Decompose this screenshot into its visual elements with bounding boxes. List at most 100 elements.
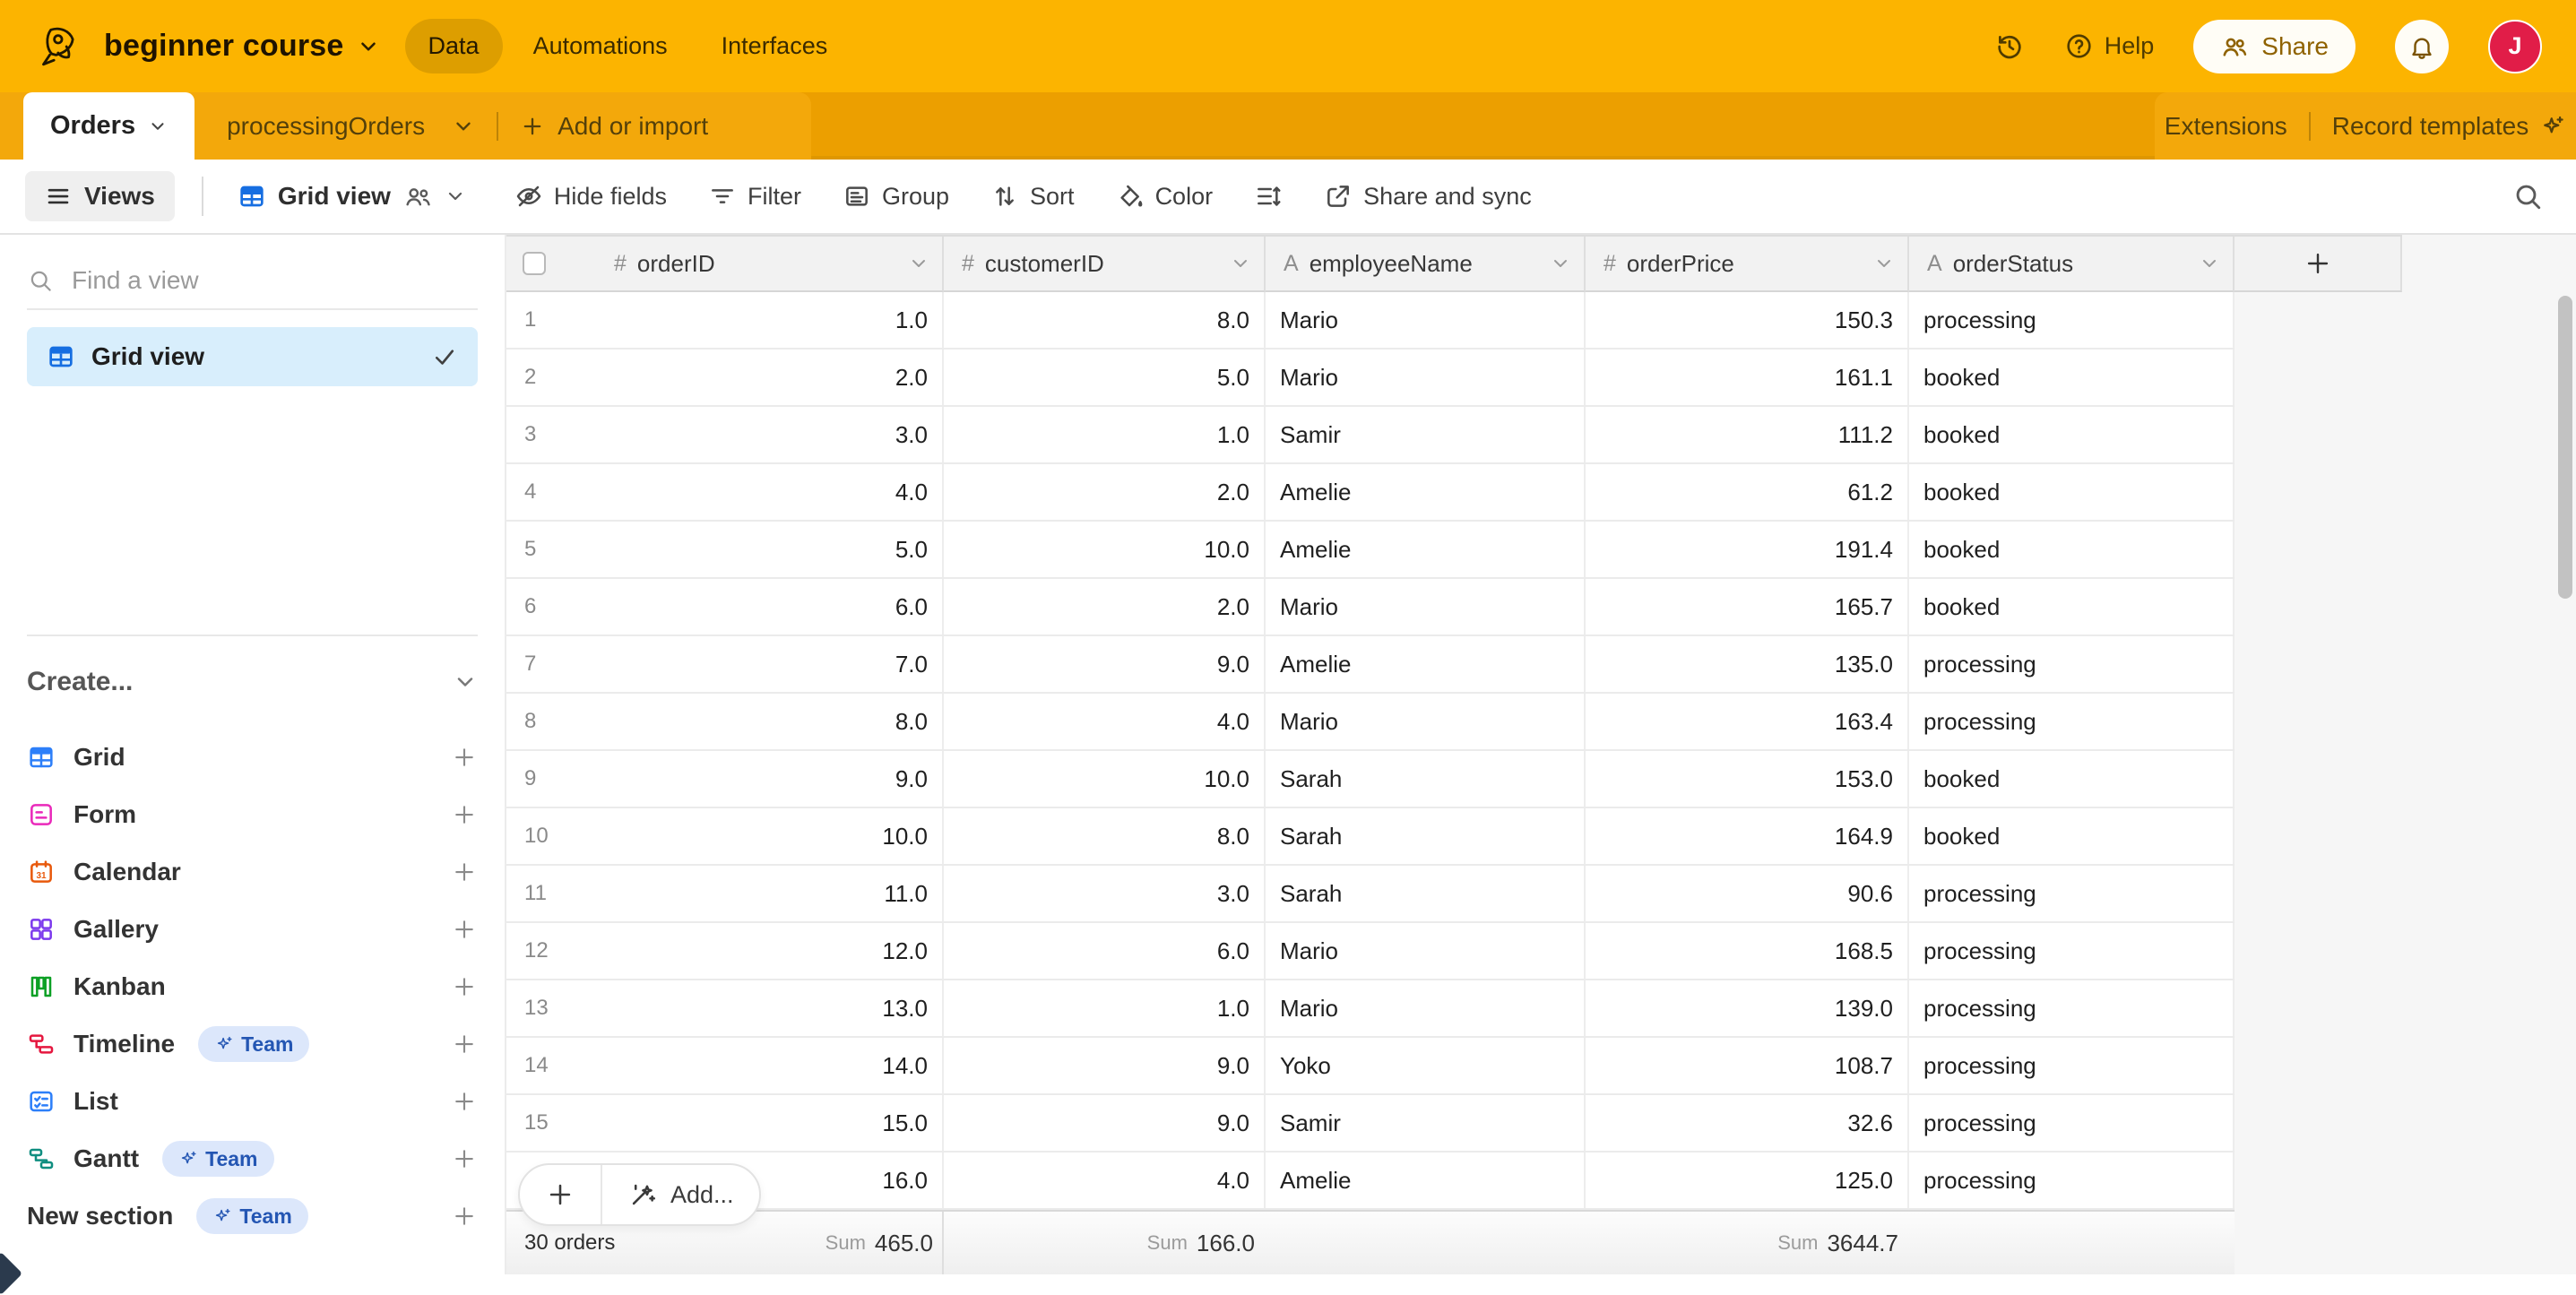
tables-dropdown-icon[interactable] <box>452 115 475 138</box>
cell-orderStatus[interactable]: processing <box>1909 923 2235 979</box>
cell-customerID[interactable]: 2.0 <box>944 464 1266 520</box>
column-header-orderID[interactable]: #orderID <box>506 237 944 292</box>
cell-orderID[interactable]: 1.01 <box>506 292 944 348</box>
base-title-chevron-icon[interactable] <box>357 35 380 58</box>
cell-customerID[interactable]: 5.0 <box>944 350 1266 405</box>
table-row[interactable]: 7.079.0Amelie135.0processing <box>506 636 2235 694</box>
cell-customerID[interactable]: 10.0 <box>944 751 1266 807</box>
sidebar-item-grid-view[interactable]: Grid view <box>27 327 478 386</box>
cell-orderStatus[interactable]: processing <box>1909 1038 2235 1093</box>
cell-employeeName[interactable]: Samir <box>1266 407 1586 462</box>
cell-orderPrice[interactable]: 168.5 <box>1586 923 1909 979</box>
cell-orderPrice[interactable]: 111.2 <box>1586 407 1909 462</box>
cell-employeeName[interactable]: Sarah <box>1266 866 1586 921</box>
plus-icon[interactable] <box>451 1145 478 1172</box>
table-row[interactable]: 16.0164.0Amelie125.0processing <box>506 1153 2235 1210</box>
cell-employeeName[interactable]: Mario <box>1266 292 1586 348</box>
column-header-customerID[interactable]: #customerID <box>944 237 1266 292</box>
add-or-import-button[interactable]: Add or import <box>520 112 708 141</box>
cell-orderPrice[interactable]: 153.0 <box>1586 751 1909 807</box>
sidebar-item-new-section[interactable]: New sectionTeam <box>27 1187 478 1245</box>
cell-employeeName[interactable]: Mario <box>1266 350 1586 405</box>
cell-customerID[interactable]: 4.0 <box>944 694 1266 749</box>
chevron-down-icon[interactable] <box>2199 253 2220 274</box>
table-row[interactable]: 6.062.0Mario165.7booked <box>506 579 2235 636</box>
table-row[interactable]: 8.084.0Mario163.4processing <box>506 694 2235 751</box>
cell-orderPrice[interactable]: 139.0 <box>1586 980 1909 1036</box>
help-button[interactable]: Help <box>2064 31 2155 61</box>
chevron-down-icon[interactable] <box>453 669 478 695</box>
cell-employeeName[interactable]: Amelie <box>1266 1153 1586 1208</box>
share-button[interactable]: Share <box>2193 20 2356 73</box>
plus-icon[interactable] <box>451 973 478 1000</box>
cell-customerID[interactable]: 9.0 <box>944 1038 1266 1093</box>
add-with-ai-button[interactable]: Add... <box>602 1165 759 1224</box>
cell-orderPrice[interactable]: 161.1 <box>1586 350 1909 405</box>
sidebar-item-gantt[interactable]: GanttTeam <box>27 1130 478 1187</box>
cell-orderID[interactable]: 14.014 <box>506 1038 944 1093</box>
add-record-button[interactable] <box>520 1165 602 1224</box>
cell-orderID[interactable]: 9.09 <box>506 751 944 807</box>
sidebar-item-timeline[interactable]: TimelineTeam <box>27 1015 478 1073</box>
cell-orderID[interactable]: 13.013 <box>506 980 944 1036</box>
cell-orderStatus[interactable]: booked <box>1909 522 2235 577</box>
cell-orderID[interactable]: 12.012 <box>506 923 944 979</box>
chevron-down-icon[interactable] <box>1873 253 1895 274</box>
add-field-button[interactable] <box>2235 237 2402 292</box>
cell-employeeName[interactable]: Sarah <box>1266 808 1586 864</box>
column-header-orderStatus[interactable]: AorderStatus <box>1909 237 2235 292</box>
cell-orderStatus[interactable]: processing <box>1909 292 2235 348</box>
chevron-down-icon[interactable] <box>1230 253 1251 274</box>
table-row[interactable]: 9.0910.0Sarah153.0booked <box>506 751 2235 808</box>
cell-orderStatus[interactable]: processing <box>1909 1153 2235 1208</box>
nav-data[interactable]: Data <box>405 19 503 73</box>
table-row[interactable]: 4.042.0Amelie61.2booked <box>506 464 2235 522</box>
cell-orderID[interactable]: 2.02 <box>506 350 944 405</box>
cell-orderID[interactable]: 10.010 <box>506 808 944 864</box>
cell-orderStatus[interactable]: processing <box>1909 980 2235 1036</box>
history-icon[interactable] <box>1994 31 2025 62</box>
cell-orderPrice[interactable]: 165.7 <box>1586 579 1909 635</box>
cell-orderStatus[interactable]: booked <box>1909 751 2235 807</box>
table-row[interactable]: 2.025.0Mario161.1booked <box>506 350 2235 407</box>
sidebar-item-grid[interactable]: Grid <box>27 729 478 786</box>
find-view-search[interactable] <box>27 253 478 310</box>
plus-icon[interactable] <box>451 916 478 943</box>
search-icon[interactable] <box>2511 180 2544 212</box>
group-button[interactable]: Group <box>843 182 949 211</box>
cell-orderPrice[interactable]: 61.2 <box>1586 464 1909 520</box>
share-and-sync-button[interactable]: Share and sync <box>1324 182 1532 211</box>
cell-orderStatus[interactable]: processing <box>1909 1095 2235 1151</box>
table-row[interactable]: 5.0510.0Amelie191.4booked <box>506 522 2235 579</box>
cell-orderPrice[interactable]: 108.7 <box>1586 1038 1909 1093</box>
rowheight-button[interactable] <box>1254 182 1283 211</box>
cell-orderStatus[interactable]: booked <box>1909 808 2235 864</box>
cell-customerID[interactable]: 8.0 <box>944 808 1266 864</box>
sum-orderPrice[interactable]: Sum3644.7 <box>1777 1212 1898 1274</box>
plus-icon[interactable] <box>451 801 478 828</box>
sidebar-item-form[interactable]: Form <box>27 786 478 843</box>
sidebar-item-kanban[interactable]: Kanban <box>27 958 478 1015</box>
cell-orderPrice[interactable]: 90.6 <box>1586 866 1909 921</box>
cell-orderID[interactable]: 7.07 <box>506 636 944 692</box>
cell-customerID[interactable]: 1.0 <box>944 980 1266 1036</box>
cell-orderID[interactable]: 11.011 <box>506 866 944 921</box>
cell-orderPrice[interactable]: 150.3 <box>1586 292 1909 348</box>
cell-employeeName[interactable]: Amelie <box>1266 522 1586 577</box>
sum-customerID[interactable]: Sum166.0 <box>1147 1212 1255 1274</box>
cell-orderPrice[interactable]: 135.0 <box>1586 636 1909 692</box>
cell-employeeName[interactable]: Sarah <box>1266 751 1586 807</box>
tab-processingorders[interactable]: processingOrders <box>227 112 425 141</box>
cell-orderStatus[interactable]: booked <box>1909 579 2235 635</box>
cell-orderStatus[interactable]: processing <box>1909 866 2235 921</box>
color-button[interactable]: Color <box>1116 182 1214 211</box>
table-row[interactable]: 13.0131.0Mario139.0processing <box>506 980 2235 1038</box>
cell-customerID[interactable]: 4.0 <box>944 1153 1266 1208</box>
cell-orderStatus[interactable]: booked <box>1909 464 2235 520</box>
views-button[interactable]: Views <box>25 171 175 221</box>
nav-automations[interactable]: Automations <box>510 19 691 73</box>
table-row[interactable]: 1.018.0Mario150.3processing <box>506 292 2235 350</box>
table-row[interactable]: 3.031.0Samir111.2booked <box>506 407 2235 464</box>
avatar[interactable]: J <box>2488 20 2542 73</box>
column-header-orderPrice[interactable]: #orderPrice <box>1586 237 1909 292</box>
